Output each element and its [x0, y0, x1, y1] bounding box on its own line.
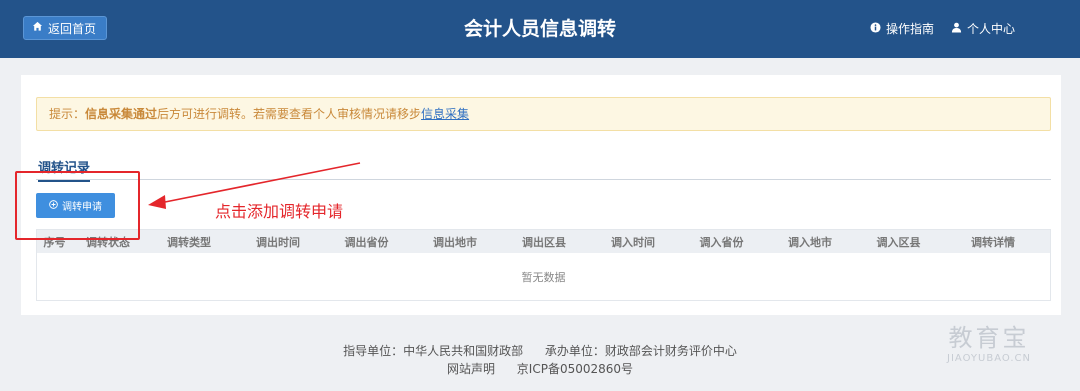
site-statement-link[interactable]: 网站声明 — [447, 362, 495, 376]
watermark-en: JIAOYUBAO.CN — [947, 353, 1031, 364]
footer-host-unit: 承办单位：财政部会计财务评价中心 — [544, 344, 737, 358]
watermark-logo: 教育宝 JIAOYUBAO.CN — [914, 318, 1064, 364]
footer-guide-unit: 指导单位：中华人民共和国财政部 — [343, 344, 524, 358]
icp-link[interactable]: 京ICP备05002860号 — [517, 362, 633, 376]
watermark-cn: 教育宝 — [948, 324, 1030, 352]
annotation-text: 点击添加调转申请 — [215, 202, 344, 221]
